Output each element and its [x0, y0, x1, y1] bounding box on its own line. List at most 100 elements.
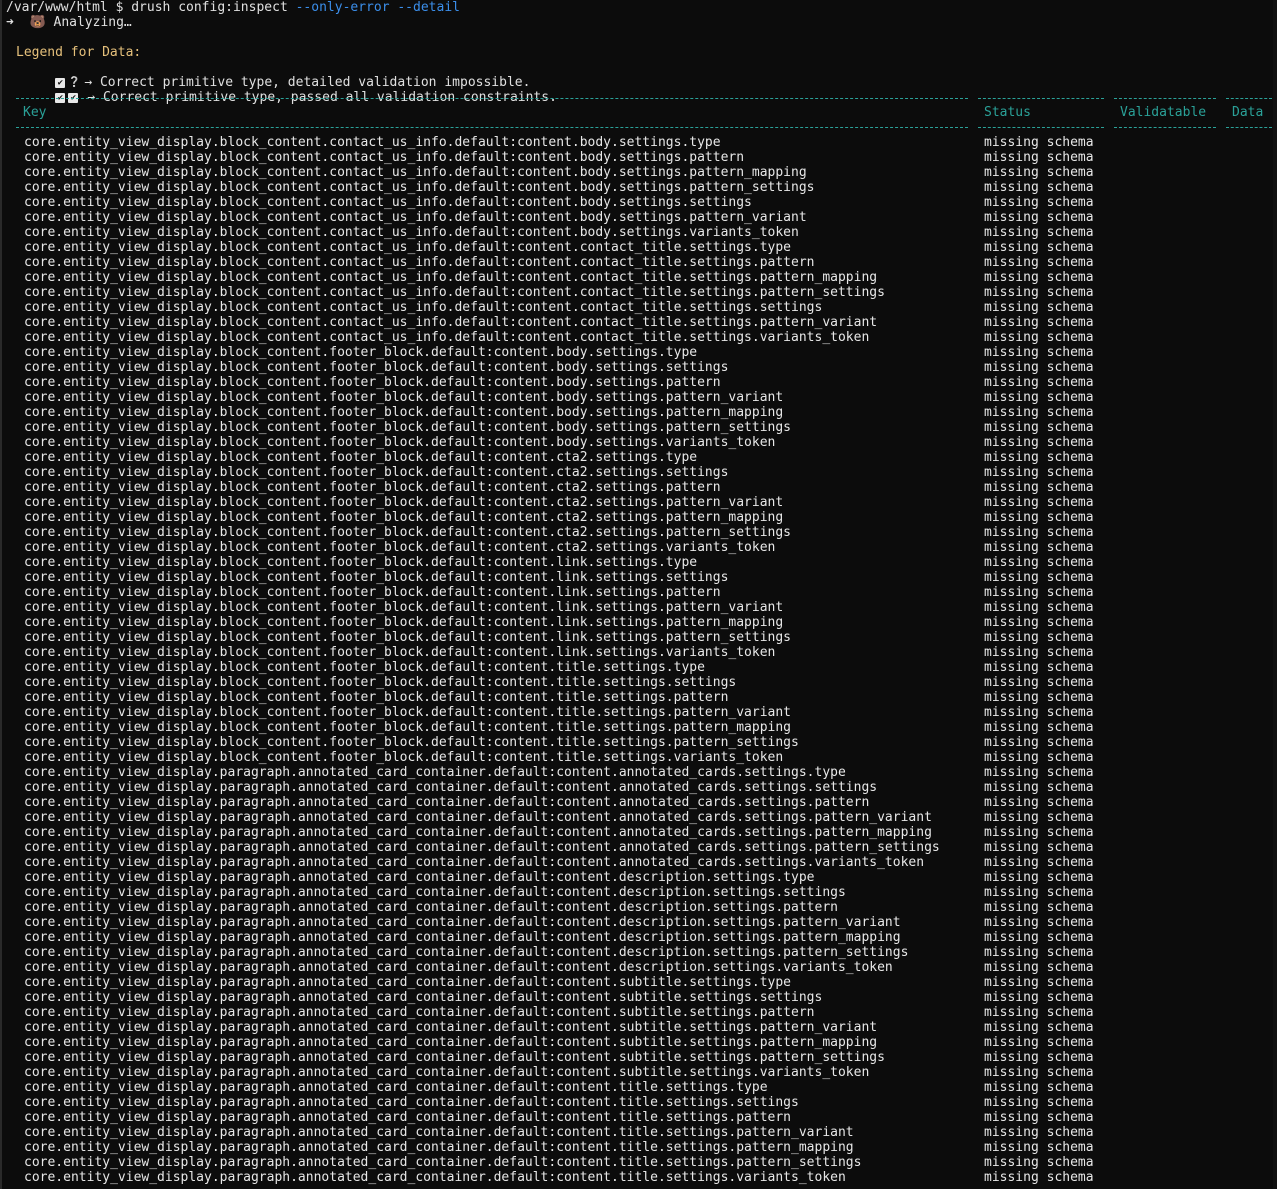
config-key-cell: core.entity_view_display.paragraph.annot…	[24, 1155, 862, 1170]
table-row: core.entity_view_display.paragraph.annot…	[2, 1095, 1277, 1110]
config-key-cell: core.entity_view_display.paragraph.annot…	[24, 1065, 870, 1080]
table-row: core.entity_view_display.block_content.f…	[2, 645, 1277, 660]
status-cell: missing schema	[984, 465, 1094, 480]
config-key-cell: core.entity_view_display.paragraph.annot…	[24, 900, 838, 915]
status-cell: missing schema	[984, 315, 1094, 330]
command-flag-only-error: --only-error	[295, 0, 390, 15]
status-cell: missing schema	[984, 855, 1094, 870]
table-row: core.entity_view_display.block_content.c…	[2, 240, 1277, 255]
config-key-cell: core.entity_view_display.paragraph.annot…	[24, 855, 925, 870]
table-row: core.entity_view_display.paragraph.annot…	[2, 810, 1277, 825]
table-row: core.entity_view_display.paragraph.annot…	[2, 1140, 1277, 1155]
table-row: core.entity_view_display.block_content.f…	[2, 690, 1277, 705]
status-cell: missing schema	[984, 675, 1094, 690]
status-cell: missing schema	[984, 825, 1094, 840]
terminal-window[interactable]: /var/www/html $ drush config:inspect --o…	[0, 0, 1277, 1189]
status-cell: missing schema	[984, 840, 1094, 855]
config-key-cell: core.entity_view_display.block_content.c…	[24, 270, 878, 285]
config-key-cell: core.entity_view_display.paragraph.annot…	[24, 1080, 768, 1095]
status-cell: missing schema	[984, 1095, 1094, 1110]
config-key-cell: core.entity_view_display.block_content.c…	[24, 195, 752, 210]
table-row: core.entity_view_display.block_content.f…	[2, 675, 1277, 690]
legend-row-passed-constraints: ✔ ✔ → Correct primitive type, passed all v…	[24, 75, 557, 105]
table-row: core.entity_view_display.block_content.f…	[2, 705, 1277, 720]
column-header-status: Status	[984, 105, 1031, 120]
config-key-cell: core.entity_view_display.block_content.f…	[24, 555, 698, 570]
table-row: core.entity_view_display.block_content.f…	[2, 585, 1277, 600]
config-key-cell: core.entity_view_display.block_content.f…	[24, 495, 784, 510]
config-key-cell: core.entity_view_display.paragraph.annot…	[24, 840, 940, 855]
table-divider	[1114, 98, 1216, 99]
config-key-cell: core.entity_view_display.paragraph.annot…	[24, 795, 870, 810]
config-key-cell: core.entity_view_display.block_content.c…	[24, 150, 745, 165]
config-key-cell: core.entity_view_display.paragraph.annot…	[24, 870, 815, 885]
table-divider	[1114, 127, 1216, 128]
status-cell: missing schema	[984, 1020, 1094, 1035]
config-key-cell: core.entity_view_display.paragraph.annot…	[24, 975, 792, 990]
column-header-data: Data	[1232, 105, 1264, 120]
table-row: core.entity_view_display.paragraph.annot…	[2, 975, 1277, 990]
config-key-cell: core.entity_view_display.paragraph.annot…	[24, 810, 932, 825]
config-key-cell: core.entity_view_display.block_content.f…	[24, 390, 784, 405]
table-row: core.entity_view_display.block_content.f…	[2, 630, 1277, 645]
status-cell: missing schema	[984, 615, 1094, 630]
table-row: core.entity_view_display.paragraph.annot…	[2, 765, 1277, 780]
config-key-cell: core.entity_view_display.paragraph.annot…	[24, 825, 932, 840]
config-key-cell: core.entity_view_display.block_content.c…	[24, 315, 878, 330]
status-cell: missing schema	[984, 780, 1094, 795]
table-row: core.entity_view_display.block_content.f…	[2, 390, 1277, 405]
column-header-key: Key	[23, 105, 47, 120]
table-row: core.entity_view_display.paragraph.annot…	[2, 1005, 1277, 1020]
table-row: core.entity_view_display.block_content.f…	[2, 345, 1277, 360]
status-cell: missing schema	[984, 435, 1094, 450]
config-key-cell: core.entity_view_display.block_content.f…	[24, 585, 721, 600]
table-row: core.entity_view_display.block_content.f…	[2, 450, 1277, 465]
column-header-validatable: Validatable	[1120, 105, 1207, 120]
status-cell: missing schema	[984, 300, 1094, 315]
legend-title: Legend for Data:	[16, 45, 142, 60]
table-row: core.entity_view_display.paragraph.annot…	[2, 1035, 1277, 1050]
config-key-cell: core.entity_view_display.paragraph.annot…	[24, 1035, 878, 1050]
table-row: core.entity_view_display.block_content.f…	[2, 570, 1277, 585]
status-cell: missing schema	[984, 720, 1094, 735]
prompt-path: /var/www/html $	[6, 0, 132, 15]
status-cell: missing schema	[984, 795, 1094, 810]
table-row: core.entity_view_display.paragraph.annot…	[2, 1125, 1277, 1140]
status-cell: missing schema	[984, 1140, 1094, 1155]
table-row: core.entity_view_display.block_content.f…	[2, 405, 1277, 420]
config-key-cell: core.entity_view_display.block_content.f…	[24, 600, 784, 615]
config-key-cell: core.entity_view_display.block_content.f…	[24, 450, 698, 465]
config-key-cell: core.entity_view_display.block_content.f…	[24, 510, 784, 525]
status-cell: missing schema	[984, 495, 1094, 510]
config-key-cell: core.entity_view_display.block_content.f…	[24, 480, 721, 495]
status-cell: missing schema	[984, 345, 1094, 360]
status-cell: missing schema	[984, 240, 1094, 255]
status-cell: missing schema	[984, 1035, 1094, 1050]
table-row: core.entity_view_display.block_content.f…	[2, 435, 1277, 450]
status-cell: missing schema	[984, 1050, 1094, 1065]
status-cell: missing schema	[984, 225, 1094, 240]
table-row: core.entity_view_display.block_content.c…	[2, 210, 1277, 225]
table-row: core.entity_view_display.block_content.c…	[2, 135, 1277, 150]
config-key-cell: core.entity_view_display.block_content.c…	[24, 300, 823, 315]
status-cell: missing schema	[984, 540, 1094, 555]
table-row: core.entity_view_display.paragraph.annot…	[2, 990, 1277, 1005]
table-row: core.entity_view_display.block_content.f…	[2, 495, 1277, 510]
status-cell: missing schema	[984, 915, 1094, 930]
status-cell: missing schema	[984, 600, 1094, 615]
config-key-cell: core.entity_view_display.paragraph.annot…	[24, 1170, 846, 1185]
terminal-scrollbar[interactable]	[1273, 0, 1277, 1189]
status-cell: missing schema	[984, 1155, 1094, 1170]
status-cell: missing schema	[984, 1170, 1094, 1185]
config-key-cell: core.entity_view_display.block_content.f…	[24, 435, 776, 450]
status-cell: missing schema	[984, 735, 1094, 750]
table-row: core.entity_view_display.paragraph.annot…	[2, 1020, 1277, 1035]
table-row: core.entity_view_display.block_content.f…	[2, 555, 1277, 570]
status-cell: missing schema	[984, 810, 1094, 825]
config-key-cell: core.entity_view_display.paragraph.annot…	[24, 1095, 799, 1110]
table-row: core.entity_view_display.paragraph.annot…	[2, 960, 1277, 975]
table-row: core.entity_view_display.block_content.f…	[2, 720, 1277, 735]
table-divider	[16, 98, 968, 99]
analyzing-status: ➜ 🐻 Analyzing…	[6, 15, 132, 30]
config-key-cell: core.entity_view_display.block_content.c…	[24, 240, 792, 255]
